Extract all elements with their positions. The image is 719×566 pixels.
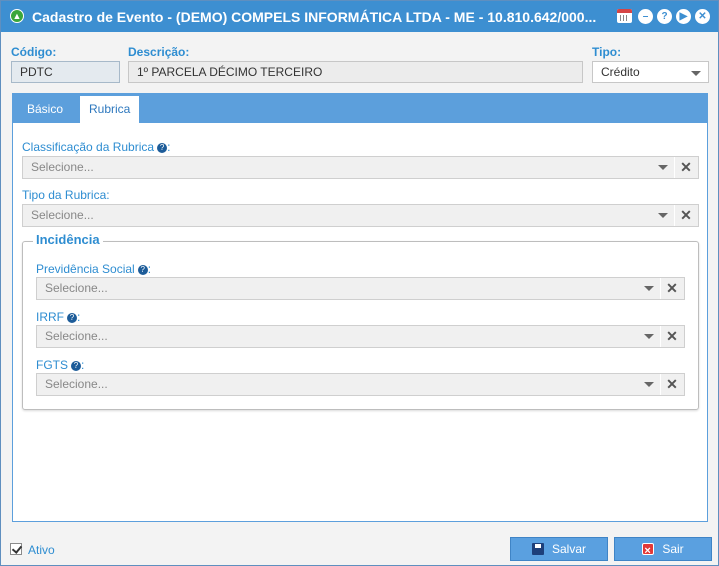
calendar-icon[interactable] <box>617 9 632 23</box>
help-icon[interactable]: ? <box>71 361 81 371</box>
classificacao-label: Classificação da Rubrica?: <box>22 140 171 154</box>
clear-icon[interactable]: ✕ <box>661 375 683 394</box>
clear-icon[interactable]: ✕ <box>661 279 683 298</box>
save-label: Salvar <box>551 542 586 556</box>
event-registration-window: ▲ Cadastro de Evento - (DEMO) COMPELS IN… <box>0 0 719 566</box>
irrf-placeholder: Selecione... <box>45 329 108 343</box>
tipo-select[interactable]: Crédito <box>592 61 709 83</box>
save-icon <box>531 543 544 555</box>
clear-icon[interactable]: ✕ <box>661 327 683 346</box>
exit-label: Sair <box>662 542 684 556</box>
help-icon[interactable]: ? <box>657 9 672 24</box>
save-button[interactable]: Salvar <box>510 537 608 561</box>
help-icon[interactable]: ? <box>137 265 148 275</box>
chevron-down-icon[interactable] <box>638 375 660 394</box>
fgts-select[interactable]: Selecione... ✕ <box>36 373 685 396</box>
chevron-down-icon[interactable] <box>691 71 701 76</box>
exit-button[interactable]: Sair <box>614 537 712 562</box>
codigo-field[interactable]: PDTC <box>11 61 120 83</box>
tipo-rubrica-select[interactable]: Selecione... ✕ <box>22 204 699 227</box>
exit-icon <box>642 540 655 562</box>
previdencia-label: Previdência Social?: <box>36 262 152 276</box>
incidencia-legend: Incidência <box>33 232 103 247</box>
tipo-label: Tipo: <box>592 45 622 59</box>
descricao-label: Descrição: <box>128 45 190 59</box>
tipo-rubrica-placeholder: Selecione... <box>31 208 94 222</box>
tipo-rubrica-label: Tipo da Rubrica: <box>22 188 110 202</box>
next-icon[interactable]: ▶ <box>676 9 691 24</box>
tab-rubrica[interactable]: Rubrica <box>80 96 140 123</box>
minimize-icon[interactable]: – <box>638 9 653 24</box>
tab-basico[interactable]: Básico <box>18 96 72 123</box>
chevron-down-icon[interactable] <box>652 158 674 177</box>
descricao-field[interactable]: 1º PARCELA DÉCIMO TERCEIRO <box>128 61 583 83</box>
help-icon[interactable]: ? <box>157 143 168 153</box>
help-icon[interactable]: ? <box>67 313 77 323</box>
codigo-label: Código: <box>11 45 57 59</box>
clear-icon[interactable]: ✕ <box>675 206 697 225</box>
classificacao-placeholder: Selecione... <box>31 160 94 174</box>
close-icon[interactable]: ✕ <box>695 9 710 24</box>
previdencia-placeholder: Selecione... <box>45 281 108 295</box>
fgts-label: FGTS?: <box>36 358 85 372</box>
classificacao-select[interactable]: Selecione... ✕ <box>22 156 699 179</box>
ativo-checkbox[interactable] <box>10 543 22 555</box>
chevron-down-icon[interactable] <box>652 206 674 225</box>
fgts-placeholder: Selecione... <box>45 377 108 391</box>
window-title: Cadastro de Evento - (DEMO) COMPELS INFO… <box>32 9 597 25</box>
irrf-label: IRRF?: <box>36 310 81 324</box>
irrf-select[interactable]: Selecione... ✕ <box>36 325 685 348</box>
chevron-down-icon[interactable] <box>638 327 660 346</box>
tipo-value: Crédito <box>601 65 640 79</box>
chevron-down-icon[interactable] <box>638 279 660 298</box>
tab-bar: Básico Rubrica <box>12 93 708 123</box>
app-status-icon: ▲ <box>10 9 24 23</box>
previdencia-select[interactable]: Selecione... ✕ <box>36 277 685 300</box>
title-bar: ▲ Cadastro de Evento - (DEMO) COMPELS IN… <box>1 1 718 32</box>
ativo-label: Ativo <box>28 543 55 557</box>
clear-icon[interactable]: ✕ <box>675 158 697 177</box>
